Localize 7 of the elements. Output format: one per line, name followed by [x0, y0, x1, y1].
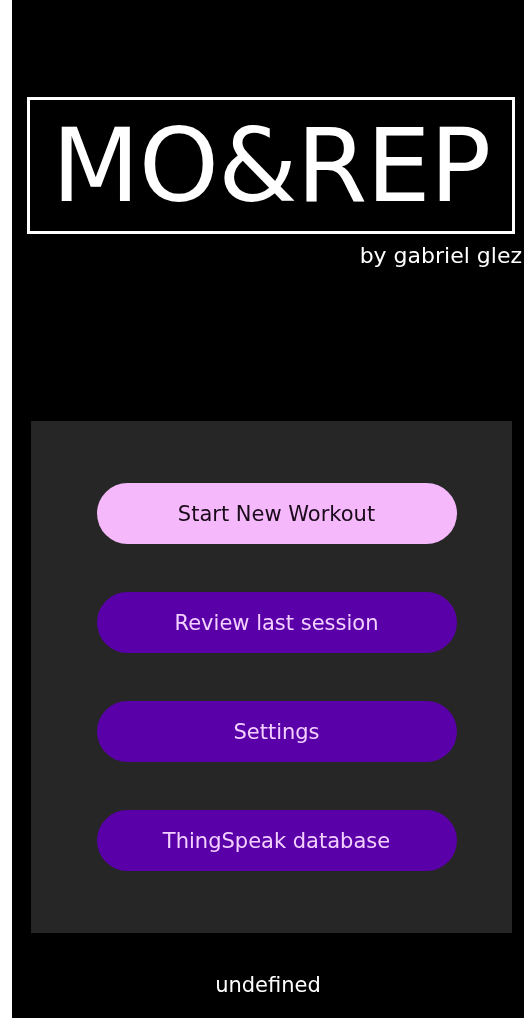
menu-button[interactable]: Start New Workout: [96, 483, 457, 544]
menu-button[interactable]: Review last session: [96, 592, 457, 653]
logo-title: MO&REP: [51, 114, 491, 217]
menu-button[interactable]: ThingSpeak database: [96, 810, 457, 871]
status-text: undefined: [215, 972, 321, 999]
menu-button[interactable]: Settings: [96, 701, 457, 762]
byline: by gabriel glez: [359, 242, 522, 270]
